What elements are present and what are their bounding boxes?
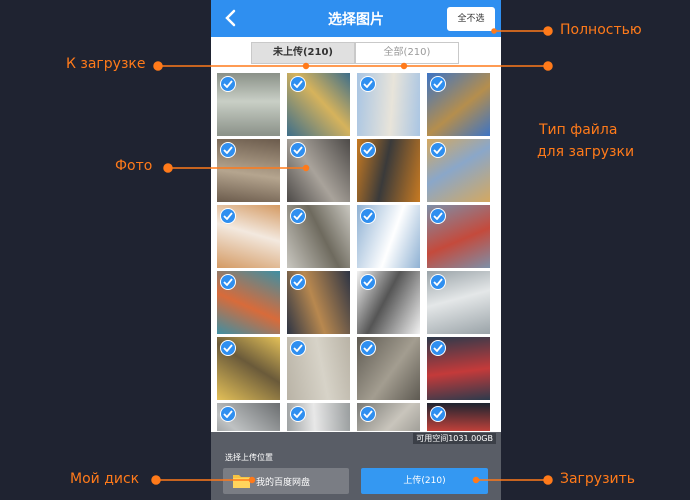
annotation-lines: [151, 26, 553, 485]
annotation-to-upload: К загрузке: [66, 56, 146, 72]
annotation-my-disk: Мой диск: [70, 471, 140, 487]
annotation-photo: Фото: [115, 158, 153, 174]
annotation-file-type-1: Тип файла: [539, 122, 618, 138]
annotation-file-type-2: для загрузки: [537, 144, 635, 160]
annotation-upload: Загрузить: [560, 471, 636, 487]
annotation-full: Полностью: [560, 22, 642, 38]
